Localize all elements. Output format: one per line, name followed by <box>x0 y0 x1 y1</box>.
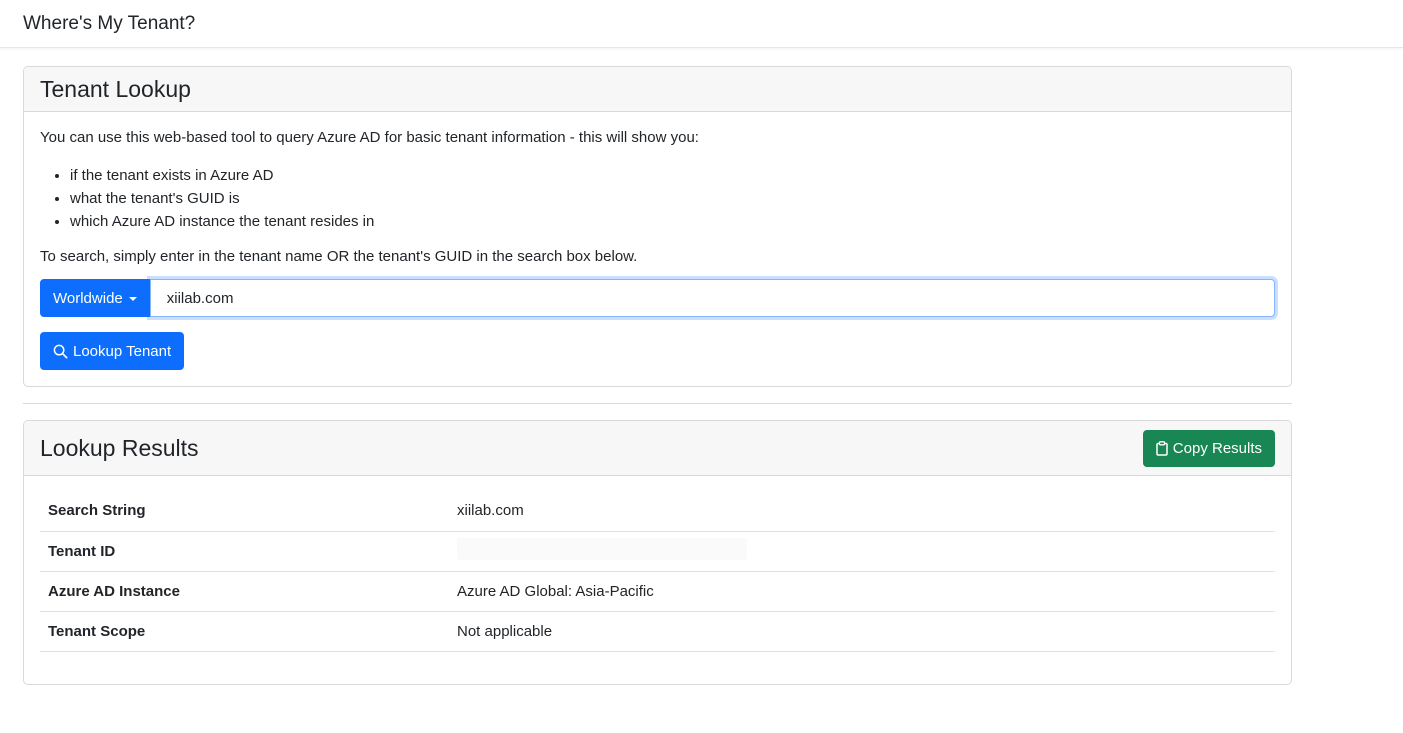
caret-down-icon <box>128 297 137 301</box>
section-divider <box>23 403 1292 404</box>
search-icon <box>53 344 68 359</box>
row-key: Tenant Scope <box>40 611 449 652</box>
feature-list: if the tenant exists in Azure AD what th… <box>40 164 1275 233</box>
search-input-group: Worldwide <box>40 279 1275 317</box>
copy-results-button[interactable]: Copy Results <box>1142 429 1275 467</box>
results-table: Search String xiilab.com Tenant ID Azure… <box>40 491 1275 652</box>
lookup-results-header: Lookup Results Copy Results <box>24 421 1291 476</box>
dropdown-label: Worldwide <box>53 289 123 307</box>
lookup-tenant-button[interactable]: Lookup Tenant <box>40 332 185 370</box>
row-key: Search String <box>40 491 449 532</box>
redacted-tenant-id <box>457 538 747 560</box>
lookup-results-title: Lookup Results <box>40 434 199 461</box>
table-row: Tenant Scope Not applicable <box>40 611 1275 652</box>
list-item: which Azure AD instance the tenant resid… <box>70 210 1275 233</box>
clipboard-icon <box>1156 440 1168 456</box>
lookup-results-card: Lookup Results Copy Results Search Strin… <box>23 420 1292 685</box>
tenant-lookup-title: Tenant Lookup <box>40 75 191 102</box>
intro-text: You can use this web-based tool to query… <box>40 129 699 146</box>
row-key: Azure AD Instance <box>40 571 449 612</box>
row-value <box>449 531 1275 572</box>
row-value: xiilab.com <box>449 491 1275 532</box>
table-row: Tenant ID <box>40 531 1275 572</box>
lookup-button-label: Lookup Tenant <box>73 342 172 360</box>
table-row: Azure AD Instance Azure AD Global: Asia-… <box>40 571 1275 612</box>
list-item: what the tenant's GUID is <box>70 187 1275 210</box>
main-container: Tenant Lookup You can use this web-based… <box>23 66 1292 685</box>
row-value: Not applicable <box>449 611 1275 652</box>
tenant-lookup-body: You can use this web-based tool to query… <box>24 112 1291 386</box>
tenant-lookup-card: Tenant Lookup You can use this web-based… <box>23 66 1292 387</box>
copy-button-label: Copy Results <box>1172 439 1262 457</box>
instructions-text: To search, simply enter in the tenant na… <box>40 248 638 265</box>
app-title[interactable]: Where's My Tenant? <box>23 13 195 35</box>
list-item: if the tenant exists in Azure AD <box>70 164 1275 187</box>
lookup-results-body: Search String xiilab.com Tenant ID Azure… <box>24 476 1291 684</box>
row-value: Azure AD Global: Asia-Pacific <box>449 571 1275 612</box>
tenant-lookup-header: Tenant Lookup <box>24 67 1291 112</box>
top-navbar: Where's My Tenant? <box>0 0 1403 48</box>
row-key: Tenant ID <box>40 531 449 572</box>
cloud-instance-dropdown[interactable]: Worldwide <box>40 279 150 317</box>
tenant-search-input[interactable] <box>149 279 1275 317</box>
table-row: Search String xiilab.com <box>40 491 1275 532</box>
